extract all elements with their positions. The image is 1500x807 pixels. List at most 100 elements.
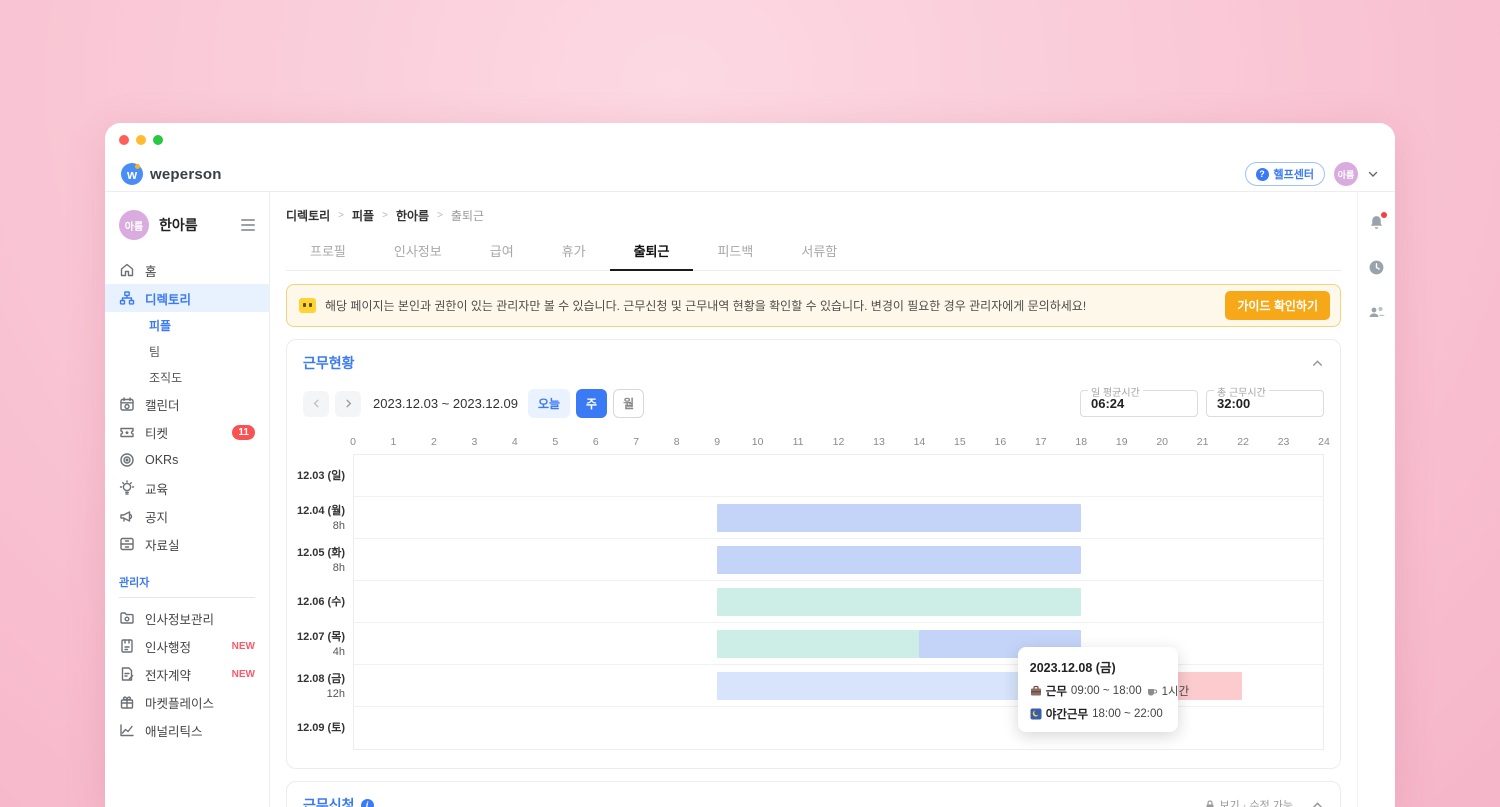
notifications-bell-icon[interactable] (1368, 212, 1387, 231)
app-logo-text: weperson (150, 165, 222, 183)
sidebar-item-마켓플레이스[interactable]: 마켓플레이스 (105, 688, 269, 716)
permission-label: 보기 · 수정 가능 (1219, 800, 1293, 807)
breadcrumb-item[interactable]: 피플 (352, 207, 374, 224)
sidebar-item-label: 홈 (145, 264, 157, 279)
admin-section-label: 관리자 (119, 577, 150, 589)
total-hours-field: 총 근무시간 32:00 (1206, 384, 1324, 417)
sidebar-item-label: 인사행정 (145, 640, 192, 655)
chart-row-label: 12.04 (월) 8h (296, 505, 345, 532)
sidebar-admin-menu: 인사정보관리 인사행정 NEW 전자계약 NEW 마켓플레이스 애널리틱스 (105, 604, 269, 744)
sidebar-item-자료실[interactable]: 자료실 (105, 530, 269, 558)
chart-row-label: 12.09 (토) (296, 722, 345, 734)
analytics-icon (119, 722, 135, 738)
hour-tick: 7 (633, 436, 640, 448)
collapse-section-icon[interactable] (1311, 799, 1324, 807)
user-avatar[interactable]: 아름 (1334, 162, 1358, 186)
breadcrumb-separator: > (437, 210, 443, 221)
sidebar-subitem-피플[interactable]: 피플 (105, 312, 269, 338)
people-directory-icon[interactable] (1368, 304, 1386, 320)
collapse-section-icon[interactable] (1311, 357, 1324, 370)
question-icon: ? (1255, 167, 1269, 181)
hour-tick: 15 (954, 436, 966, 448)
app-header: w weperson ? 헬프센터 아름 (105, 157, 1395, 192)
month-view-button[interactable]: 월 (613, 389, 645, 418)
hour-tick: 21 (1196, 436, 1209, 448)
hour-tick: 4 (511, 436, 518, 448)
chart-row-label: 12.07 (목) 4h (296, 631, 345, 658)
sidebar-subitem-팀[interactable]: 팀 (105, 338, 269, 364)
hour-tick: 2 (430, 436, 437, 448)
gift-icon (119, 694, 135, 710)
vacation-bar[interactable] (717, 630, 920, 658)
minimize-window-button[interactable] (136, 135, 146, 145)
lock-icon (1206, 799, 1214, 807)
chart-row (354, 539, 1323, 581)
chart-row-label: 12.05 (화) 8h (296, 547, 345, 574)
sidebar-item-OKRs[interactable]: OKRs (105, 446, 269, 474)
avg-hours-field: 일 평균시간 06:24 (1080, 384, 1198, 417)
sidebar-item-label: 애널리틱스 (145, 724, 203, 739)
sidebar-item-교육[interactable]: 교육 (105, 474, 269, 502)
info-icon[interactable]: i (360, 798, 374, 807)
tab-출퇴근[interactable]: 출퇴근 (609, 232, 694, 271)
collapse-sidebar-icon[interactable] (241, 219, 255, 231)
time-clock-icon[interactable] (1368, 259, 1385, 276)
sidebar-item-인사행정[interactable]: 인사행정 NEW (105, 632, 269, 660)
window-titlebar (105, 123, 1395, 157)
app-logo[interactable]: w weperson (121, 163, 222, 185)
breadcrumb-item[interactable]: 한아름 (396, 207, 429, 224)
briefcase-icon (1030, 685, 1042, 697)
sidebar-item-홈[interactable]: 홈 (105, 256, 269, 284)
sidebar-item-label: 자료실 (145, 538, 180, 553)
sidebar-item-label: 인사정보관리 (145, 612, 215, 627)
sidebar-profile[interactable]: 아름 한아름 (105, 202, 269, 252)
tab-피드백[interactable]: 피드백 (693, 232, 777, 270)
close-window-button[interactable] (119, 135, 129, 145)
sidebar-menu: 홈 디렉토리 피플 팀 조직도 캘린더 티켓 11 OKRs 교육 공지 자료실 (105, 256, 269, 558)
chart-row (354, 455, 1323, 497)
sidebar: 아름 한아름 홈 디렉토리 피플 팀 조직도 캘린더 티켓 11 OKRs 교육 공지 … (105, 192, 270, 807)
breadcrumb-item[interactable]: 디렉토리 (286, 207, 330, 224)
work-bar[interactable] (717, 504, 1081, 532)
help-center-button[interactable]: ? 헬프센터 (1244, 162, 1325, 186)
maximize-window-button[interactable] (153, 135, 163, 145)
tab-급여[interactable]: 급여 (466, 232, 538, 270)
main-content: 디렉토리 > 피플 > 한아름 > 출퇴근 프로필 인사정보 급여 휴가 출퇴근 피드백 서류함 해당 … (270, 192, 1357, 807)
work-bar[interactable] (717, 546, 1081, 574)
sidebar-subitem-조직도[interactable]: 조직도 (105, 364, 269, 390)
hour-tick: 5 (552, 436, 559, 448)
sidebar-item-전자계약[interactable]: 전자계약 NEW (105, 660, 269, 688)
tab-서류함[interactable]: 서류함 (777, 232, 861, 270)
sidebar-item-애널리틱스[interactable]: 애널리틱스 (105, 716, 269, 744)
hour-tick: 9 (714, 436, 721, 448)
sidebar-item-디렉토리[interactable]: 디렉토리 (105, 284, 269, 312)
sidebar-item-공지[interactable]: 공지 (105, 502, 269, 530)
week-view-button[interactable]: 주 (576, 389, 608, 418)
chevron-down-icon[interactable] (1367, 168, 1379, 180)
notification-dot (1381, 212, 1387, 218)
vacation-bar[interactable] (717, 588, 1081, 616)
prev-week-button[interactable] (303, 390, 329, 417)
sidebar-item-label: OKRs (145, 453, 179, 467)
divider (119, 597, 255, 598)
app-window: w weperson ? 헬프센터 아름 아름 한아름 홈 디렉토리 피플 팀 조직도… (105, 123, 1395, 807)
new-tag: NEW (231, 668, 255, 680)
hour-tick: 13 (873, 436, 885, 448)
sidebar-item-티켓[interactable]: 티켓 11 (105, 418, 269, 446)
tab-인사정보[interactable]: 인사정보 (370, 232, 466, 270)
guide-check-button[interactable]: 가이드 확인하기 (1225, 291, 1330, 320)
tab-휴가[interactable]: 휴가 (538, 232, 610, 270)
chart-row-label: 12.03 (일) (296, 470, 345, 482)
archive-icon (119, 536, 135, 552)
chart-row-labels: 12.03 (일) 12.04 (월) 8h 12.05 (화) 8h 12.06 (수)… (296, 436, 353, 750)
hour-tick: 17 (1034, 436, 1047, 448)
total-hours-label: 총 근무시간 (1214, 384, 1269, 399)
sidebar-item-인사정보관리[interactable]: 인사정보관리 (105, 604, 269, 632)
folder-icon (119, 610, 135, 626)
hour-tick: 3 (471, 436, 478, 448)
today-button[interactable]: 오늘 (527, 389, 571, 418)
tooltip-date: 2023.12.08 (금) (1029, 661, 1116, 675)
next-week-button[interactable] (335, 390, 361, 417)
tab-프로필[interactable]: 프로필 (286, 232, 370, 270)
sidebar-item-캘린더[interactable]: 캘린더 (105, 390, 269, 418)
